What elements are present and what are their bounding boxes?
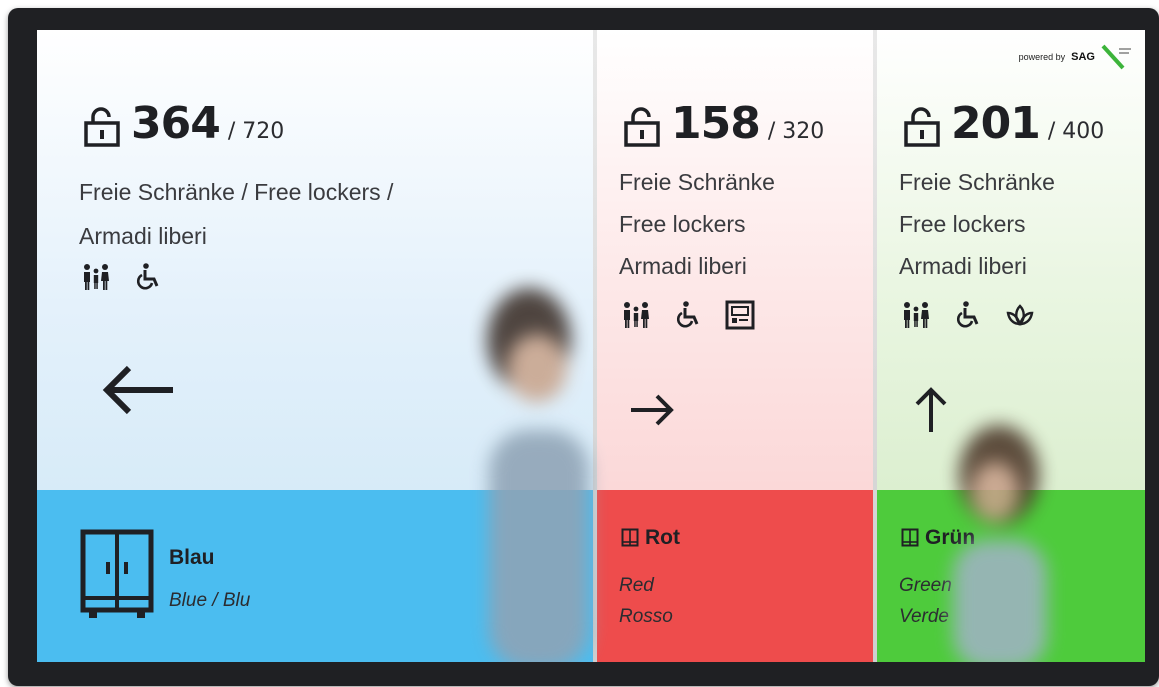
locker-count-blue: 364 / 720 bbox=[83, 98, 284, 149]
amenity-icons bbox=[81, 262, 163, 292]
screen-icon bbox=[725, 300, 755, 330]
total-count: / 400 bbox=[1047, 119, 1105, 144]
amenity-icons bbox=[621, 300, 755, 330]
zone-subtitle-2: Rosso bbox=[619, 606, 673, 627]
label-line-3: Armadi liberi bbox=[619, 253, 747, 279]
locker-count-green: 201 / 400 bbox=[903, 98, 1104, 149]
label-line-2: Free lockers bbox=[619, 211, 746, 237]
brand-logo-icon bbox=[1101, 44, 1131, 70]
zone-title: Blau bbox=[169, 546, 215, 569]
free-count: 158 bbox=[671, 98, 761, 149]
unlocked-padlock-icon bbox=[84, 107, 120, 147]
wheelchair-icon bbox=[136, 263, 159, 290]
zone-band-green: Grün Green Verde bbox=[877, 490, 1145, 662]
label-line-1: Freie Schränke bbox=[899, 169, 1055, 195]
locker-panel-green: powered by SAG 201 / 400 Freie Schränke … bbox=[877, 30, 1145, 662]
zone-title: Grün bbox=[925, 526, 976, 549]
locker-panel-blue: 364 / 720 Freie Schränke / Free lockers … bbox=[37, 30, 593, 662]
right-arrow-icon bbox=[631, 394, 674, 426]
family-icon bbox=[904, 302, 929, 328]
brand-name: SAG bbox=[1071, 51, 1095, 63]
powered-by-branding: powered by SAG bbox=[1019, 44, 1133, 70]
label-line-2: Armadi liberi bbox=[79, 223, 207, 249]
label-line-2: Free lockers bbox=[899, 211, 1026, 237]
total-count: / 320 bbox=[767, 119, 825, 144]
wheelchair-icon bbox=[676, 301, 699, 328]
unlocked-padlock-icon bbox=[904, 107, 940, 147]
signage-screen: 364 / 720 Freie Schränke / Free lockers … bbox=[37, 30, 1145, 662]
unlocked-padlock-icon bbox=[624, 107, 660, 147]
zone-band-red: Rot Red Rosso bbox=[597, 490, 873, 662]
locker-count-red: 158 / 320 bbox=[623, 98, 824, 149]
label-line-1: Freie Schränke bbox=[619, 169, 775, 195]
free-count: 364 bbox=[131, 98, 221, 149]
zone-subtitle-2: Verde bbox=[899, 606, 949, 627]
total-count: / 720 bbox=[227, 119, 285, 144]
zone-band-blue: Blau Blue / Blu bbox=[37, 490, 593, 662]
zone-subtitle-1: Green bbox=[899, 575, 952, 596]
amenity-icons bbox=[901, 300, 1035, 330]
wheelchair-icon bbox=[956, 301, 979, 328]
free-count: 201 bbox=[951, 98, 1041, 149]
powered-by-text: powered by bbox=[1018, 52, 1066, 62]
zone-subtitle-1: Blue / Blu bbox=[169, 590, 251, 611]
lotus-icon bbox=[1006, 304, 1034, 326]
wardrobe-icon bbox=[621, 528, 639, 547]
left-arrow-icon bbox=[102, 365, 173, 415]
zone-subtitle-1: Red bbox=[619, 575, 654, 596]
family-icon bbox=[624, 302, 649, 328]
zone-title: Rot bbox=[645, 526, 680, 549]
up-arrow-icon bbox=[915, 387, 947, 432]
label-line-1: Freie Schränke / Free lockers / bbox=[79, 179, 394, 205]
family-icon bbox=[84, 264, 109, 290]
label-line-3: Armadi liberi bbox=[899, 253, 1027, 279]
wardrobe-icon bbox=[901, 528, 919, 547]
locker-panel-red: 158 / 320 Freie Schränke Free lockers Ar… bbox=[597, 30, 873, 662]
wardrobe-icon bbox=[80, 529, 154, 618]
